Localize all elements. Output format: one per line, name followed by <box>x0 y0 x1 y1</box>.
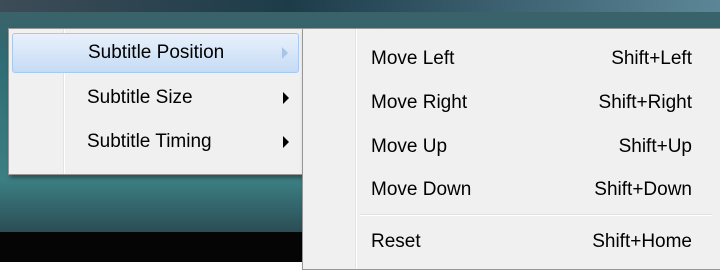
submenu-item-label: Reset <box>371 231 421 252</box>
submenu-item-move-up[interactable]: Move Up Shift+Up <box>306 127 716 167</box>
menu-item-subtitle-size[interactable]: Subtitle Size <box>12 79 299 119</box>
submenu-item-move-right[interactable]: Move Right Shift+Right <box>306 83 716 123</box>
menu-item-subtitle-position[interactable]: Subtitle Position <box>12 33 299 73</box>
window-title-strip <box>0 0 720 12</box>
submenu-item-label: Move Up <box>371 136 448 157</box>
submenu-item-reset[interactable]: Reset Shift+Home <box>306 222 716 262</box>
chevron-right-icon <box>283 92 289 104</box>
submenu-item-move-left[interactable]: Move Left Shift+Left <box>306 39 716 79</box>
context-menu: Subtitle Position Subtitle Size Subtitle… <box>8 28 303 175</box>
submenu-item-label: Move Right <box>371 92 468 113</box>
chevron-right-icon <box>282 47 288 59</box>
chevron-right-icon <box>283 136 289 148</box>
menu-item-label: Subtitle Timing <box>87 131 212 152</box>
submenu-item-label: Move Left <box>371 48 455 69</box>
shortcut-text: Shift+Up <box>618 136 692 157</box>
subtitle-position-submenu: Move Left Shift+Left Move Right Shift+Ri… <box>302 28 720 270</box>
submenu-item-label: Move Down <box>371 179 472 200</box>
shortcut-text: Shift+Left <box>611 48 692 69</box>
menu-item-label: Subtitle Position <box>88 42 225 63</box>
submenu-item-move-down[interactable]: Move Down Shift+Down <box>306 170 716 210</box>
shortcut-text: Shift+Down <box>594 179 692 200</box>
shortcut-text: Shift+Home <box>592 231 692 252</box>
menu-item-label: Subtitle Size <box>87 87 193 108</box>
menu-separator <box>360 214 712 216</box>
menu-item-subtitle-timing[interactable]: Subtitle Timing <box>12 123 299 163</box>
shortcut-text: Shift+Right <box>598 92 692 113</box>
